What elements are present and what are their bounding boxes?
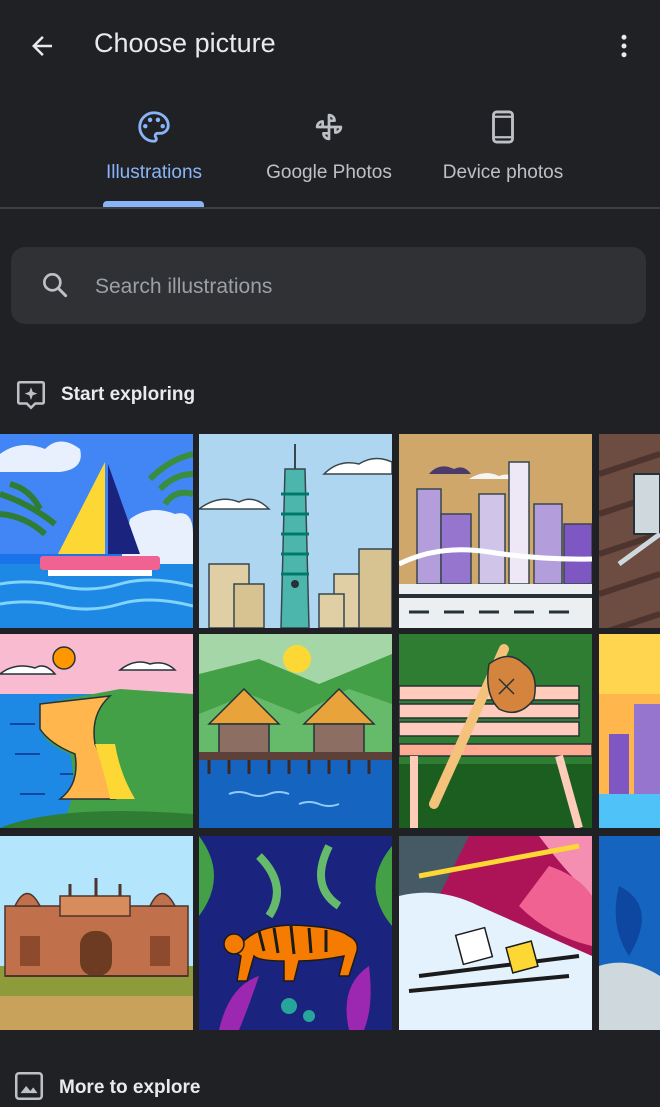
section-header-start-exploring: Start exploring bbox=[0, 376, 660, 416]
tower-city-illustration[interactable] bbox=[199, 434, 392, 628]
blue-abstract-illustration[interactable] bbox=[599, 836, 660, 1030]
illustration-grid bbox=[0, 434, 660, 1030]
search-bar[interactable] bbox=[11, 247, 646, 326]
deck-chair-illustration[interactable] bbox=[599, 434, 660, 628]
search-icon bbox=[42, 273, 68, 298]
overwater-huts-illustration[interactable] bbox=[199, 634, 392, 828]
page-title: Choose picture bbox=[94, 28, 276, 58]
tab-illustrations[interactable]: Illustrations bbox=[100, 95, 208, 207]
active-tab-indicator bbox=[103, 201, 204, 207]
image-icon bbox=[14, 1071, 44, 1101]
section-title: Start exploring bbox=[61, 384, 196, 405]
tab-label: Google Photos bbox=[266, 162, 392, 183]
back-button[interactable] bbox=[22, 26, 62, 66]
sunset-city-illustration[interactable] bbox=[599, 634, 660, 828]
tab-google-photos[interactable]: Google Photos bbox=[258, 95, 400, 207]
more-vert-icon bbox=[621, 34, 627, 58]
section-header-more-to-explore: More to explore bbox=[0, 1067, 660, 1107]
search-input[interactable] bbox=[93, 247, 617, 326]
palette-icon bbox=[134, 107, 174, 147]
arrow-back-icon bbox=[32, 36, 52, 56]
red-fort-illustration[interactable] bbox=[0, 836, 193, 1030]
tab-device-photos[interactable]: Device photos bbox=[436, 95, 570, 207]
skyline-illustration[interactable] bbox=[399, 434, 592, 628]
app-bar: Choose picture bbox=[0, 0, 660, 90]
coastal-cliff-illustration[interactable] bbox=[0, 634, 193, 828]
tab-label: Device photos bbox=[442, 162, 564, 183]
skier-illustration[interactable] bbox=[399, 836, 592, 1030]
sailboat-illustration[interactable] bbox=[0, 434, 193, 628]
phone-icon bbox=[483, 107, 523, 147]
baseball-bench-illustration[interactable] bbox=[399, 634, 592, 828]
pinwheel-icon bbox=[309, 107, 349, 147]
tab-label: Illustrations bbox=[105, 162, 203, 183]
more-options-button[interactable] bbox=[604, 26, 644, 66]
explore-sparkle-icon bbox=[16, 380, 46, 410]
source-tabs: Illustrations Google Photos Device photo… bbox=[0, 95, 660, 209]
section-title: More to explore bbox=[59, 1077, 201, 1098]
tiger-jungle-illustration[interactable] bbox=[199, 836, 392, 1030]
